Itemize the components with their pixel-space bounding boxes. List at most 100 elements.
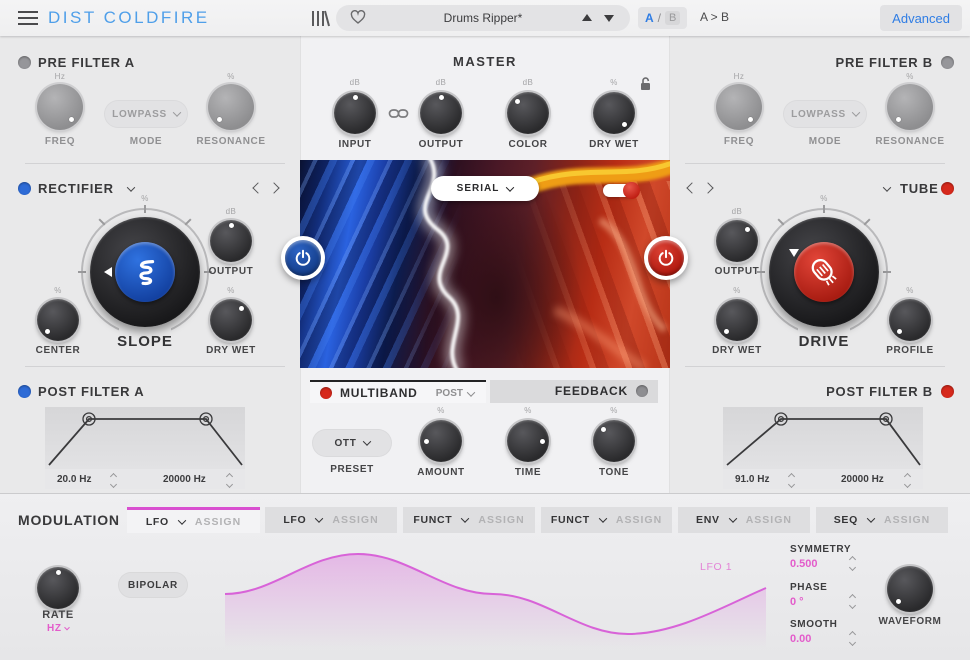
bipolar-button[interactable]: BIPOLAR [118,572,188,598]
post-filter-a-curve[interactable] [45,407,245,469]
pre-filter-a-mode-dropdown[interactable]: LOWPASS [104,100,188,128]
pre-filter-a-resonance-knob[interactable] [208,84,254,130]
mod-tab-lfo2[interactable]: LFO ASSIGN [265,507,397,533]
post-filter-b-led[interactable] [941,385,954,398]
library-icon[interactable] [310,10,330,27]
slope-label: SLOPE [117,333,173,350]
drive-knob[interactable] [769,217,879,327]
rectifier-prev-icon[interactable] [252,182,264,194]
mod-tab-funct2[interactable]: FUNCT ASSIGN [541,507,672,533]
mod-tab-lfo1[interactable]: LFO ASSIGN [127,507,260,533]
pre-filter-b-res-label: RESONANCE [875,136,945,147]
post-filter-b-high-value[interactable]: 20000 Hz [841,474,884,485]
ab-copy-button[interactable]: A > B [700,10,729,24]
routing-dropdown[interactable]: SERIAL [431,176,539,201]
multiband-led[interactable] [320,387,332,399]
post-filter-a-high-stepper[interactable] [225,472,234,489]
mod-tab-label: LFO [283,514,307,526]
rectifier-power-button[interactable] [281,236,325,280]
master-drywet-unit: % [610,78,618,87]
post-filter-a-display[interactable]: 20.0 Hz 20000 Hz [45,407,245,489]
mod-tab-assign[interactable]: ASSIGN [884,514,930,526]
rate-unit-dropdown[interactable]: HZ [28,623,88,634]
master-output-knob[interactable] [420,92,462,134]
tube-output-knob[interactable] [716,220,758,262]
ab-toggle[interactable]: A / B [638,7,688,29]
center-knob[interactable] [37,299,79,341]
lfo-waveform-knob[interactable] [887,566,933,612]
mod-tab-assign[interactable]: ASSIGN [332,514,378,526]
smooth-stepper[interactable] [848,630,857,647]
post-filter-a-led[interactable] [18,385,31,398]
mod-tab-assign[interactable]: ASSIGN [478,514,524,526]
ab-b-label[interactable]: B [665,11,681,25]
tube-led[interactable] [941,182,954,195]
ab-a-label[interactable]: A [645,11,654,25]
tube-title: TUBE [900,181,939,196]
multiband-position-dropdown[interactable]: POST [436,387,476,399]
multiband-amount-knob[interactable] [420,420,462,462]
symmetry-stepper[interactable] [848,555,857,572]
multiband-preset-dropdown[interactable]: OTT [312,429,392,457]
feedback-tab[interactable]: FEEDBACK [490,380,658,403]
pre-filter-b-freq-knob[interactable] [716,84,762,130]
amount-unit: % [437,406,445,415]
rect-drywet-knob[interactable] [210,299,252,341]
preset-next-icon[interactable] [604,15,614,22]
pre-filter-a-mode-label: MODE [129,136,163,147]
lock-open-icon[interactable] [639,76,652,91]
tube-prev-icon[interactable] [686,182,698,194]
post-filter-a-high-value[interactable]: 20000 Hz [163,474,206,485]
post-filter-a-low-stepper[interactable] [109,472,118,489]
mod-tab-funct1[interactable]: FUNCT ASSIGN [403,507,535,533]
master-drywet-knob[interactable] [593,92,635,134]
rectifier-type-chevron-icon[interactable] [126,183,136,192]
mod-tab-assign[interactable]: ASSIGN [616,514,662,526]
preset-prev-icon[interactable] [582,14,592,21]
preset-browser[interactable]: Drums Ripper* [336,5,630,31]
link-icon[interactable] [388,107,409,120]
lfo-rate-knob[interactable] [37,567,79,609]
post-filter-b-high-stepper[interactable] [903,472,912,489]
pre-filter-a-led[interactable] [18,56,31,69]
rect-output-knob[interactable] [210,220,252,262]
pre-filter-b-mode-dropdown[interactable]: LOWPASS [783,100,867,128]
mod-tab-assign[interactable]: ASSIGN [746,514,792,526]
mod-tab-seq[interactable]: SEQ ASSIGN [816,507,948,533]
rectifier-next-icon[interactable] [268,182,280,194]
mod-tab-assign[interactable]: ASSIGN [195,516,241,528]
main-menu-icon[interactable] [18,11,38,25]
feedback-time-knob[interactable] [507,420,549,462]
phase-value[interactable]: 0 ° [790,596,804,608]
tube-type-chevron-icon[interactable] [882,183,892,192]
feedback-led[interactable] [636,385,648,397]
tube-drywet-knob[interactable] [716,299,758,341]
routing-toggle[interactable] [603,182,640,199]
post-filter-b-low-stepper[interactable] [787,472,796,489]
mod-tab-env[interactable]: ENV ASSIGN [678,507,810,533]
pre-filter-b-mode-label: MODE [808,136,842,147]
master-color-knob[interactable] [507,92,549,134]
multiband-tab[interactable]: MULTIBAND POST [310,380,486,403]
tube-profile-knob[interactable] [889,299,931,341]
tube-power-button[interactable] [644,236,688,280]
pre-filter-a-freq-knob[interactable] [37,84,83,130]
slope-knob[interactable] [90,217,200,327]
post-filter-b-display[interactable]: 91.0 Hz 20000 Hz [723,407,923,489]
post-filter-b-low-value[interactable]: 91.0 Hz [735,474,769,485]
advanced-button[interactable]: Advanced [880,5,962,31]
master-input-knob[interactable] [334,92,376,134]
tube-next-icon[interactable] [702,182,714,194]
rectifier-led[interactable] [18,182,31,195]
smooth-value[interactable]: 0.00 [790,633,811,645]
pre-filter-b-resonance-knob[interactable] [887,84,933,130]
waveform-label: WAVEFORM [878,616,942,627]
post-filter-a-low-value[interactable]: 20.0 Hz [57,474,91,485]
phase-stepper[interactable] [848,593,857,610]
post-filter-b-curve[interactable] [723,407,923,469]
symmetry-value[interactable]: 0.500 [790,558,818,570]
feedback-tone-knob[interactable] [593,420,635,462]
pre-filter-b-led[interactable] [941,56,954,69]
power-icon [658,249,674,266]
lfo-name: LFO 1 [700,561,733,573]
